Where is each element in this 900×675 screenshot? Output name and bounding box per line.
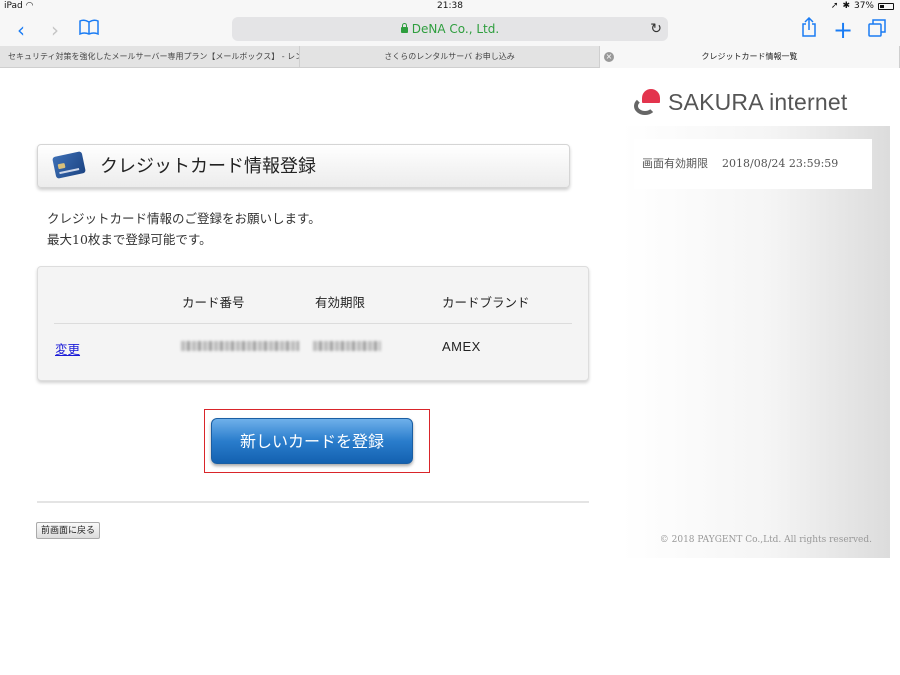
status-bar: iPad ◠ 21:38 ➚ ✱ 37% xyxy=(0,0,900,14)
credit-card-icon xyxy=(52,151,86,179)
header-expiry: 有効期限 xyxy=(315,295,366,310)
register-new-card-button[interactable]: 新しいカードを登録 xyxy=(211,418,413,464)
reload-icon[interactable]: ↻ xyxy=(650,17,662,41)
share-icon[interactable] xyxy=(796,16,822,43)
page-title: クレジットカード情報登録 xyxy=(100,156,316,177)
copyright: © 2018 PAYGENT Co.,Ltd. All rights reser… xyxy=(659,535,872,545)
expiry-label: 画面有効期限 xyxy=(642,157,708,170)
logo-text: SAKURA internet xyxy=(668,88,848,115)
intro-line-1: クレジットカード情報のご登録をお願いします。 xyxy=(47,211,321,226)
bluetooth-icon: ✱ xyxy=(842,1,850,11)
tab-credit-card-list[interactable]: × クレジットカード情報一覧 xyxy=(600,46,900,68)
back-arrow-icon[interactable]: ‹ xyxy=(8,17,34,43)
forward-arrow-icon[interactable]: › xyxy=(42,17,68,43)
intro-line-2: 最大10枚まで登録可能です。 xyxy=(47,232,212,247)
header-card-number: カード番号 xyxy=(182,295,245,310)
screen-expiry: 画面有効期限 2018/08/24 23:59:59 xyxy=(634,139,872,189)
battery-percent: 37% xyxy=(853,1,874,11)
status-right: ➚ ✱ 37% xyxy=(831,1,894,11)
intro-text: クレジットカード情報のご登録をお願いします。 最大10枚まで登録可能です。 xyxy=(47,208,321,250)
sakura-logo: SAKURA internet xyxy=(634,85,847,119)
table-divider xyxy=(54,323,572,324)
card-table: カード番号 有効期限 カードブランド 変更 AMEX xyxy=(37,266,589,381)
tab-sakura-signup[interactable]: さくらのレンタルサーバ お申し込み xyxy=(300,46,600,68)
edit-card-link[interactable]: 変更 xyxy=(55,339,80,358)
masked-card-number xyxy=(181,341,299,351)
bookmarks-icon[interactable] xyxy=(76,17,102,43)
tab-bar: セキュリティ対策を強化したメールサーバー専用プラン【メールボックス】 - レン…… xyxy=(0,46,900,68)
back-to-previous-button[interactable]: 前画面に戻る xyxy=(36,522,101,539)
url-text: DeNA Co., Ltd. xyxy=(411,22,500,36)
card-brand: AMEX xyxy=(442,339,481,354)
section-divider xyxy=(37,501,589,503)
status-time: 21:38 xyxy=(437,1,463,11)
new-tab-icon[interactable]: + xyxy=(830,17,856,43)
masked-expiry xyxy=(313,341,381,351)
page-heading: クレジットカード情報登録 xyxy=(37,144,570,188)
tab-title: クレジットカード情報一覧 xyxy=(701,52,798,61)
sakura-logo-icon xyxy=(634,87,664,117)
tab-mailbox[interactable]: セキュリティ対策を強化したメールサーバー専用プラン【メールボックス】 - レン… xyxy=(0,46,300,68)
sidebar-panel xyxy=(622,126,890,558)
tabs-overview-icon[interactable] xyxy=(864,17,890,43)
close-tab-icon[interactable]: × xyxy=(604,52,614,62)
location-icon: ➚ xyxy=(830,1,839,11)
header-brand: カードブランド xyxy=(442,295,530,310)
expiry-value: 2018/08/24 23:59:59 xyxy=(722,157,839,170)
browser-toolbar: ‹ › DeNA Co., Ltd. ↻ + xyxy=(0,14,900,46)
battery-icon xyxy=(878,2,894,10)
lock-icon xyxy=(400,23,408,33)
page-content: SAKURA internet 画面有効期限 2018/08/24 23:59:5… xyxy=(0,69,900,675)
address-bar[interactable]: DeNA Co., Ltd. ↻ xyxy=(232,17,668,41)
